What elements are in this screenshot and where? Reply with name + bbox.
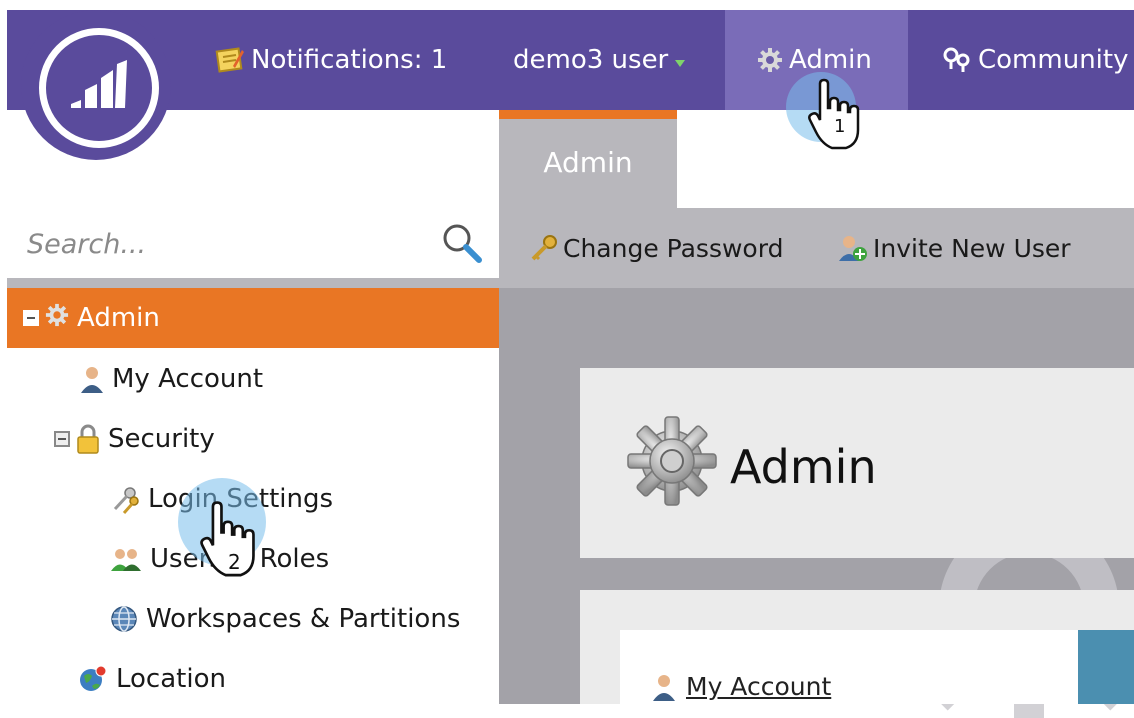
gear-icon xyxy=(757,47,783,73)
tree-item-location-label: Location xyxy=(116,664,226,694)
lock-icon xyxy=(76,424,100,454)
notepad-icon xyxy=(215,46,245,74)
notifications-label: Notifications: 1 xyxy=(251,45,448,75)
users-icon xyxy=(110,546,142,572)
invite-new-user-button[interactable]: Invite New User xyxy=(837,208,1071,288)
search-divider xyxy=(7,278,499,288)
step-1-label: 1 xyxy=(834,116,846,137)
notifications-nav-item[interactable]: Notifications: 1 xyxy=(215,10,447,110)
admin-header-panel: Admin xyxy=(580,368,1134,558)
lower-panel-side-block xyxy=(1078,630,1134,704)
user-label: demo3 user xyxy=(513,45,669,75)
marketo-logo[interactable] xyxy=(21,10,171,160)
sidebar-search xyxy=(7,208,499,278)
collapse-toggle-icon[interactable] xyxy=(23,310,39,326)
collapse-toggle-icon[interactable] xyxy=(54,431,70,447)
user-menu[interactable]: demo3 user xyxy=(513,10,686,110)
change-password-label: Change Password xyxy=(563,233,784,263)
tree-item-my-account[interactable]: My Account xyxy=(80,351,263,407)
tree-item-admin[interactable]: Admin xyxy=(7,288,499,348)
keys-icon xyxy=(110,484,140,514)
tree-item-workspaces-label: Workspaces & Partitions xyxy=(146,604,461,634)
tree-item-workspaces[interactable]: Workspaces & Partitions xyxy=(110,591,460,647)
tree-item-security-label: Security xyxy=(108,424,215,454)
user-icon xyxy=(80,365,104,393)
caret-down-icon xyxy=(674,45,686,75)
tree-item-location[interactable]: Location xyxy=(78,651,226,707)
tree-item-security[interactable]: Security xyxy=(54,411,215,467)
tab-active-accent xyxy=(499,110,677,119)
add-user-icon xyxy=(837,233,869,263)
user-icon xyxy=(653,674,675,701)
community-icon xyxy=(942,47,972,73)
tab-admin-label: Admin xyxy=(543,146,633,179)
admin-nav-label: Admin xyxy=(789,45,872,75)
globe-icon xyxy=(110,605,138,633)
admin-toolbar: Change Password Invite New User xyxy=(499,208,1134,288)
search-input[interactable] xyxy=(25,218,429,270)
my-account-link[interactable]: My Account xyxy=(652,672,831,701)
search-icon[interactable] xyxy=(441,222,483,268)
my-account-link-label: My Account xyxy=(686,672,832,701)
community-nav-item[interactable]: Community xyxy=(942,10,1128,110)
location-globe-icon xyxy=(78,664,108,694)
tab-admin[interactable]: Admin xyxy=(499,110,677,208)
invite-new-user-label: Invite New User xyxy=(873,233,1071,263)
change-password-button[interactable]: Change Password xyxy=(529,208,783,288)
admin-panel-title: Admin xyxy=(730,440,877,494)
key-icon xyxy=(529,233,559,263)
tree-item-admin-label: Admin xyxy=(77,303,160,333)
step-2-label: 2 xyxy=(228,550,241,574)
community-label: Community xyxy=(978,45,1129,75)
admin-gear-icon xyxy=(627,416,717,506)
logo-bars-icon xyxy=(71,60,127,108)
gear-icon xyxy=(45,303,69,334)
tree-item-my-account-label: My Account xyxy=(112,364,264,394)
